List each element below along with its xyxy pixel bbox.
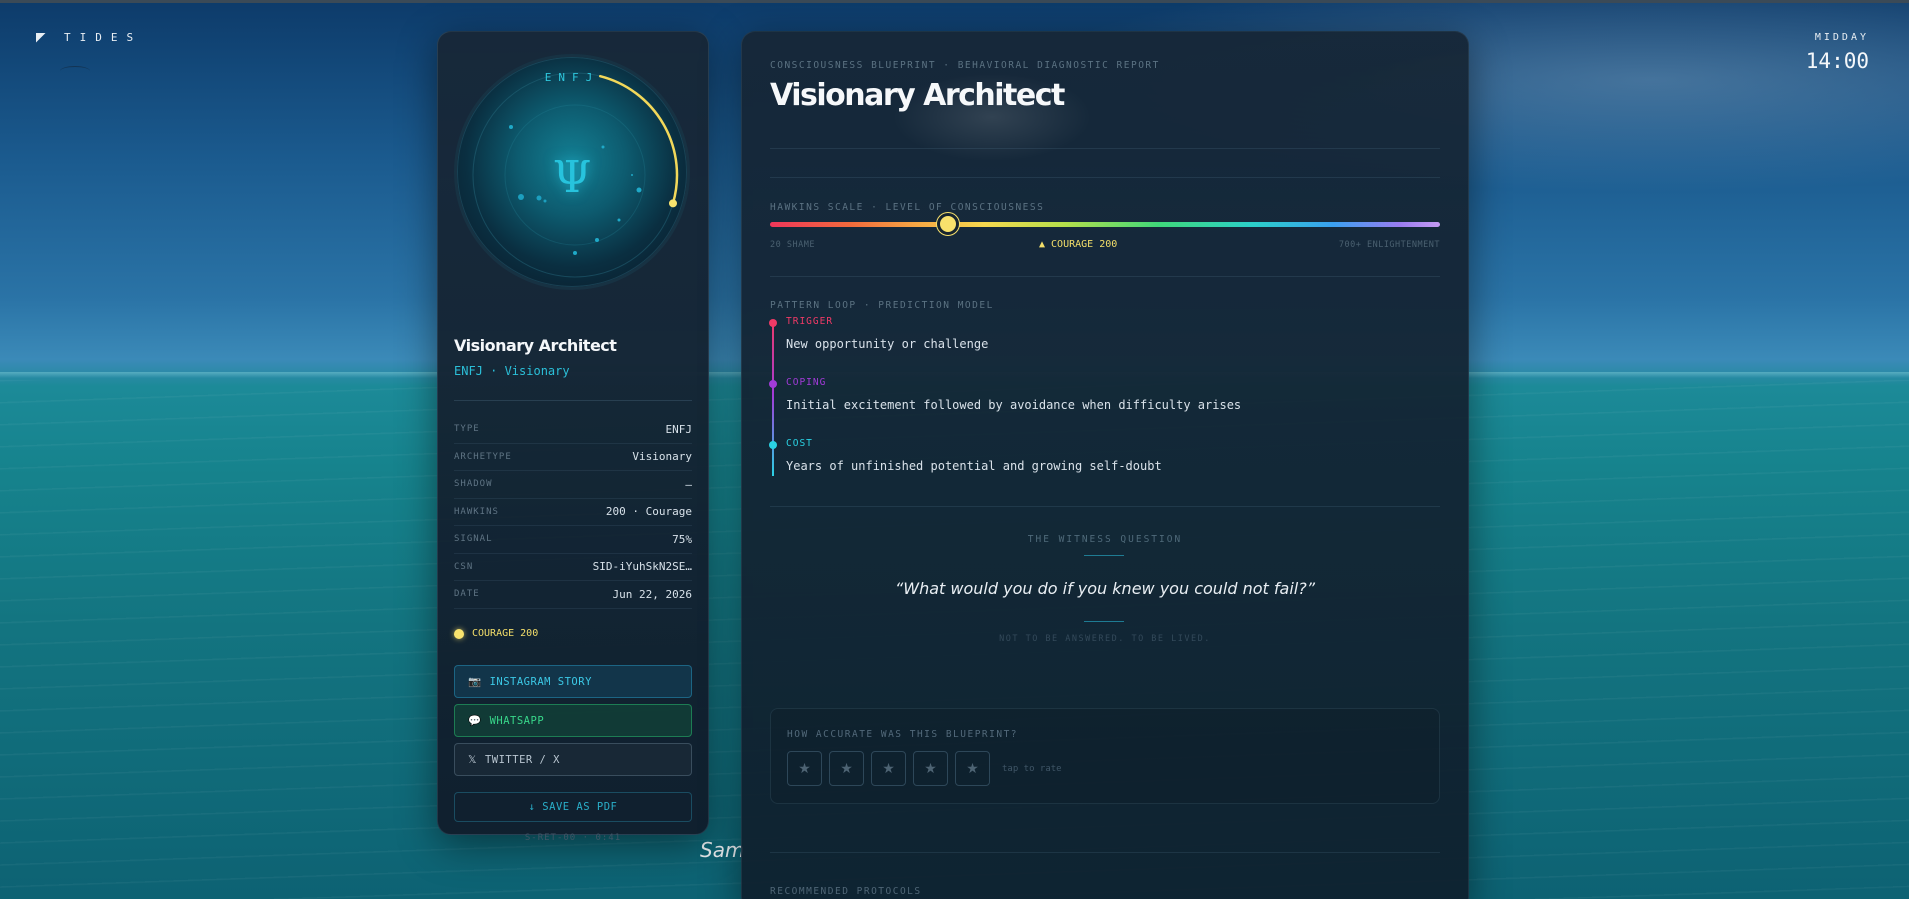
- step-text: Initial excitement followed by avoidance…: [786, 398, 1242, 412]
- detail-row: CSN SID-iYuhSkN2SE…: [454, 554, 692, 581]
- divider: [770, 852, 1440, 853]
- divider: [454, 400, 692, 401]
- detail-key: HAWKINS: [454, 506, 499, 517]
- star-rating: ★ ★ ★ ★ ★ tap to rate: [787, 751, 1062, 786]
- detail-value: SID-iYuhSkN2SE…: [592, 560, 692, 574]
- hawkins-heading: HAWKINS SCALE · LEVEL OF CONSCIOUSNESS: [770, 202, 1045, 213]
- profile-card: ENFJ Ψ Visionary Architect ENFJ · Vision…: [437, 31, 709, 843]
- consciousness-orb: ENFJ Ψ: [454, 54, 690, 290]
- witness-rule: [1084, 555, 1124, 556]
- share-twitter-button[interactable]: 𝕏 TWITTER / X: [454, 743, 692, 776]
- brand[interactable]: TIDES: [36, 31, 142, 44]
- logo-icon: [36, 32, 46, 43]
- divider: [770, 276, 1440, 277]
- card-footer: S-RET-00 · 0:41: [524, 833, 622, 843]
- star-icon[interactable]: ★: [829, 751, 864, 786]
- cost-dot-icon: [769, 441, 777, 449]
- detail-row: SIGNAL 75%: [454, 526, 692, 554]
- coping-dot-icon: [769, 380, 777, 388]
- detail-key: SHADOW: [454, 479, 493, 490]
- psi-icon: Ψ: [552, 152, 592, 203]
- star-icon[interactable]: ★: [955, 751, 990, 786]
- rating-question: HOW ACCURATE WAS THIS BLUEPRINT?: [787, 729, 1019, 740]
- detail-row: SHADOW —: [454, 471, 692, 499]
- star-icon[interactable]: ★: [871, 751, 906, 786]
- orb-type-code: ENFJ: [544, 71, 600, 84]
- divider: [770, 177, 1440, 178]
- time-period: MIDDAY: [1814, 32, 1869, 43]
- detail-row: DATE Jun 22, 2026: [454, 581, 692, 609]
- share-whatsapp-button[interactable]: 💬 WHATSAPP: [454, 704, 692, 737]
- detail-value: 200 · Courage: [605, 505, 692, 519]
- share-instagram-label: INSTAGRAM STORY: [489, 675, 592, 688]
- step-text: New opportunity or challenge: [786, 337, 989, 351]
- trigger-dot-icon: [769, 319, 777, 327]
- detail-value: ENFJ: [665, 422, 693, 436]
- profile-title: Visionary Architect: [454, 336, 617, 355]
- detail-value: Visionary: [632, 450, 692, 464]
- step-label: COST: [786, 438, 813, 449]
- bird-icon: [60, 66, 90, 76]
- hawkins-current-label: ▲ COURAGE 200: [1039, 239, 1118, 250]
- detail-row: ARCHETYPE Visionary: [454, 444, 692, 471]
- witness-heading: THE WITNESS QUESTION: [1027, 534, 1183, 545]
- detail-value: —: [685, 477, 692, 491]
- divider: [770, 506, 1440, 507]
- protocols-heading: RECOMMENDED PROTOCOLS: [770, 886, 922, 897]
- loop-line: [772, 320, 774, 476]
- save-pdf-button[interactable]: ↓ SAVE AS PDF: [454, 792, 692, 822]
- detail-key: DATE: [454, 589, 480, 600]
- level-dot-icon: [454, 628, 464, 639]
- detail-row: TYPE ENFJ: [454, 416, 692, 444]
- detail-key: CSN: [454, 561, 474, 572]
- top-edge: [0, 0, 1909, 3]
- report-panel: CONSCIOUSNESS BLUEPRINT · BEHAVIORAL DIA…: [741, 31, 1469, 899]
- camera-icon: 📷: [468, 676, 482, 688]
- step-label: COPING: [786, 377, 827, 388]
- x-logo-icon: 𝕏: [468, 753, 477, 766]
- pattern-loop-heading: PATTERN LOOP · PREDICTION MODEL: [770, 300, 994, 311]
- star-icon[interactable]: ★: [913, 751, 948, 786]
- profile-subtitle: ENFJ · Visionary: [454, 364, 570, 378]
- hawkins-min-label: 20 SHAME: [770, 240, 815, 250]
- report-title: Visionary Architect: [770, 78, 1065, 113]
- report-eyebrow: CONSCIOUSNESS BLUEPRINT · BEHAVIORAL DIA…: [770, 60, 1160, 71]
- hawkins-scale-track: [770, 222, 1440, 227]
- star-icon[interactable]: ★: [787, 751, 822, 786]
- divider: [770, 148, 1440, 149]
- hawkins-scale-knob[interactable]: [936, 213, 959, 235]
- detail-value: Jun 22, 2026: [612, 587, 692, 601]
- share-twitter-label: TWITTER / X: [484, 753, 561, 766]
- clock-time: 14:00: [1805, 49, 1869, 73]
- level-badge-label: COURAGE 200: [472, 628, 539, 639]
- brand-name: TIDES: [64, 31, 143, 44]
- witness-question: “What would you do if you knew you could…: [895, 579, 1315, 598]
- profile-details: TYPE ENFJ ARCHETYPE Visionary SHADOW — HAWK…: [454, 416, 692, 609]
- detail-key: TYPE: [454, 424, 480, 435]
- clock: MIDDAY 14:00: [1806, 32, 1869, 73]
- speech-bubble-icon: 💬: [468, 715, 482, 727]
- hawkins-max-label: 700+ ENLIGHTENMENT: [1338, 240, 1440, 250]
- level-badge: COURAGE 200: [454, 628, 538, 639]
- detail-key: ARCHETYPE: [454, 451, 512, 462]
- detail-row: HAWKINS 200 · Courage: [454, 499, 692, 526]
- witness-subtext: NOT TO BE ANSWERED. TO BE LIVED.: [999, 634, 1211, 644]
- step-label: TRIGGER: [786, 316, 834, 327]
- rating-hint: tap to rate: [1002, 763, 1062, 774]
- share-whatsapp-label: WHATSAPP: [489, 714, 545, 727]
- witness-rule: [1084, 621, 1124, 622]
- share-instagram-button[interactable]: 📷 INSTAGRAM STORY: [454, 665, 692, 698]
- rating-box: HOW ACCURATE WAS THIS BLUEPRINT? ★ ★ ★ ★…: [770, 708, 1440, 804]
- step-text: Years of unfinished potential and growin…: [786, 459, 1162, 473]
- detail-value: 75%: [672, 532, 692, 546]
- detail-key: SIGNAL: [454, 534, 493, 545]
